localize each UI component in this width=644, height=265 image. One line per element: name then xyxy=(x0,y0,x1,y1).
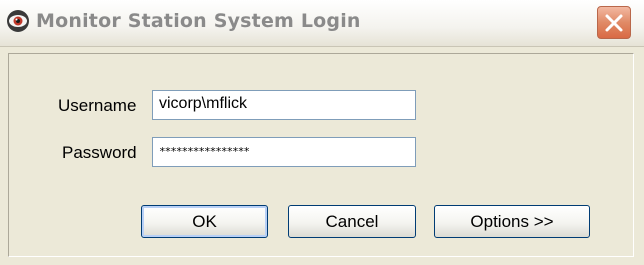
login-dialog: Monitor Station System Login Username vi… xyxy=(0,0,644,265)
title-bar[interactable]: Monitor Station System Login xyxy=(0,0,644,47)
cancel-button[interactable]: Cancel xyxy=(288,205,416,238)
close-button[interactable] xyxy=(597,6,631,39)
username-field[interactable]: vicorp\mflick xyxy=(152,90,416,120)
password-label: Password xyxy=(62,143,137,162)
options-button[interactable]: Options >> xyxy=(434,205,590,238)
eye-icon xyxy=(6,9,30,33)
ok-button[interactable]: OK xyxy=(141,205,268,238)
window-title: Monitor Station System Login xyxy=(36,10,361,32)
username-label: Username xyxy=(58,96,137,115)
password-field[interactable]: **************** xyxy=(152,137,416,167)
